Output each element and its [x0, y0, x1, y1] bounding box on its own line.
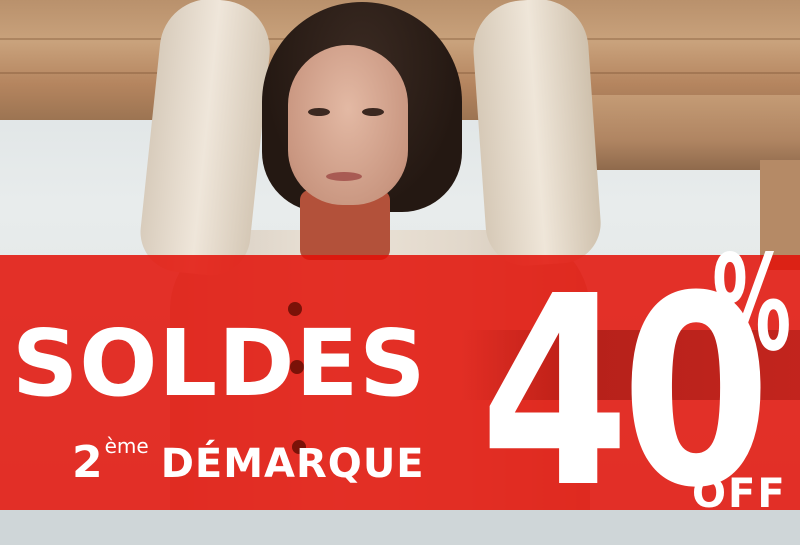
eye-left: [308, 108, 330, 116]
lips: [326, 172, 362, 181]
markdown-number: 2: [72, 437, 103, 488]
right-arm: [470, 0, 604, 269]
markdown-superscript: ème: [104, 434, 149, 458]
percent-sign: %: [712, 227, 792, 381]
eye-right: [362, 108, 384, 116]
markdown-line: 2 ème DÉMARQUE: [72, 436, 425, 485]
markdown-word: DÉMARQUE: [160, 441, 425, 487]
sale-headline: SOLDES: [12, 310, 427, 417]
face: [288, 45, 408, 205]
off-label: OFF: [692, 471, 787, 517]
